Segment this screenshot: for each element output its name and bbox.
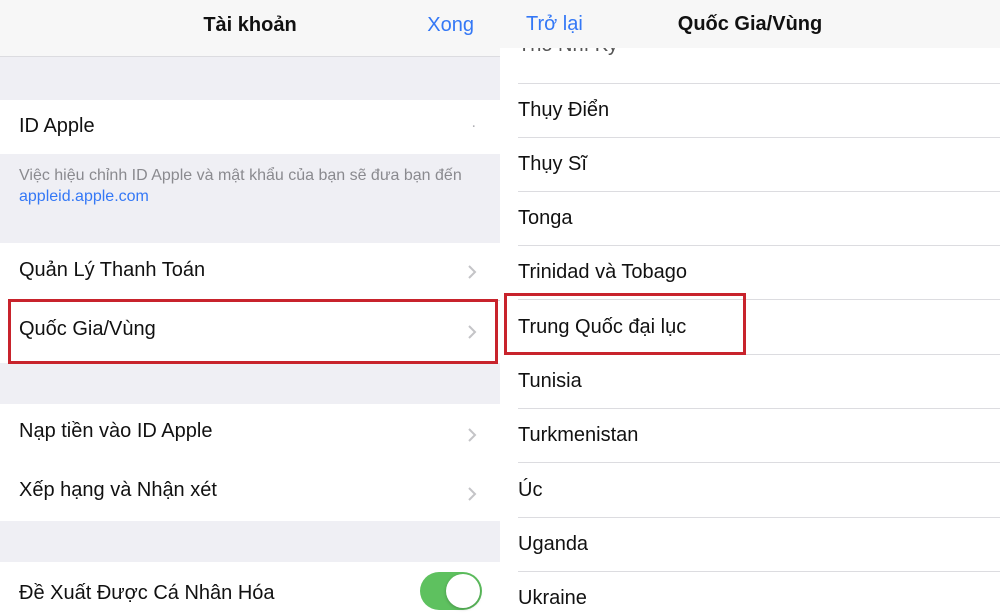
highlight-box <box>8 299 498 364</box>
ratings-reviews-row[interactable]: Xếp hạng và Nhận xét <box>0 463 500 521</box>
add-funds-label: Nạp tiền vào ID Apple <box>19 420 213 442</box>
done-button[interactable]: Xong <box>427 0 474 50</box>
country-item[interactable]: Tonga <box>518 207 573 230</box>
apple-id-label: ID Apple <box>19 115 95 137</box>
country-item-partial[interactable]: Thổ Nhĩ Kỳ <box>518 48 618 57</box>
appleid-link[interactable]: appleid.apple.com <box>19 188 149 205</box>
chevron-right-icon <box>468 487 477 501</box>
country-navbar: Trở lại Quốc Gia/Vùng <box>500 0 1000 48</box>
account-title: Tài khoản <box>203 14 297 36</box>
country-item[interactable]: Tunisia <box>518 370 582 393</box>
row-divider <box>518 408 1000 409</box>
account-panel: Tài khoản Xong ID Apple . Việc hiệu chỉn… <box>0 0 500 616</box>
account-navbar: Tài khoản Xong <box>0 0 500 57</box>
chevron-right-icon <box>468 428 477 442</box>
ratings-reviews-label: Xếp hạng và Nhận xét <box>19 479 217 501</box>
country-item[interactable]: Úc <box>518 479 542 502</box>
row-divider <box>518 137 1000 138</box>
apple-id-footer-text: Việc hiệu chỉnh ID Apple và mật khẩu của… <box>19 167 462 184</box>
row-divider <box>518 245 1000 246</box>
personalized-recommendations-label: Đề Xuất Được Cá Nhân Hóa <box>19 582 275 604</box>
settings-group-2: Nạp tiền vào ID Apple Xếp hạng và Nhận x… <box>0 404 500 521</box>
payment-management-row[interactable]: Quản Lý Thanh Toán <box>0 243 500 299</box>
row-divider <box>518 191 1000 192</box>
chevron-right-icon <box>468 265 477 279</box>
country-item[interactable]: Thụy Sĩ <box>518 153 587 176</box>
country-region-title: Quốc Gia/Vùng <box>677 13 823 35</box>
country-item[interactable]: Trinidad và Tobago <box>518 261 687 284</box>
personalized-recommendations-toggle[interactable] <box>420 572 482 610</box>
apple-id-value: . <box>471 114 476 131</box>
apple-id-footer: Việc hiệu chỉnh ID Apple và mật khẩu của… <box>19 165 469 207</box>
country-item[interactable]: Thụy Điển <box>518 99 609 122</box>
country-item[interactable]: Turkmenistan <box>518 424 638 447</box>
payment-management-label: Quản Lý Thanh Toán <box>19 259 206 281</box>
row-divider <box>518 571 1000 572</box>
apple-id-row[interactable]: ID Apple . <box>0 100 500 154</box>
row-divider <box>518 83 1000 84</box>
add-funds-row[interactable]: Nạp tiền vào ID Apple <box>0 404 500 462</box>
highlight-box <box>504 293 746 355</box>
row-divider <box>518 462 1000 463</box>
country-item[interactable]: Ukraine <box>518 587 587 610</box>
toggle-knob <box>446 574 480 608</box>
partial-country-clip: Thổ Nhĩ Kỳ <box>500 48 1000 66</box>
row-divider <box>518 517 1000 518</box>
country-item[interactable]: Uganda <box>518 533 588 556</box>
